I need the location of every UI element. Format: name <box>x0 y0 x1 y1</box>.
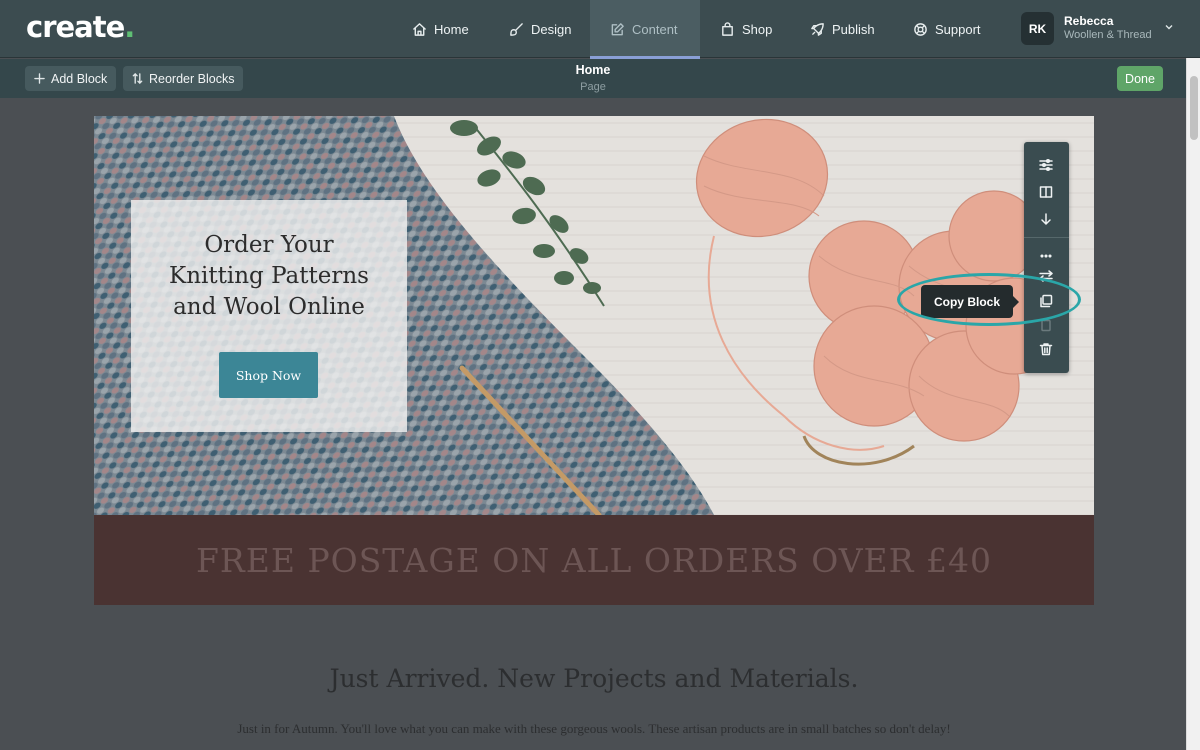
user-site-name[interactable]: Woollen & Thread <box>1064 29 1152 41</box>
nav-home[interactable]: Home <box>412 0 469 58</box>
page-type-label: Page <box>580 81 606 93</box>
brush-icon <box>510 22 523 36</box>
done-button[interactable]: Done <box>1117 66 1163 91</box>
chevron-down-icon[interactable] <box>1164 22 1174 32</box>
lifebuoy-icon <box>914 22 927 36</box>
hero-heading: Order Your Knitting Patterns and Wool On… <box>169 232 369 320</box>
scrollbar-thumb[interactable] <box>1190 76 1198 140</box>
avatar[interactable]: RK <box>1021 12 1054 45</box>
block-settings-button[interactable] <box>1036 155 1056 175</box>
create-logo[interactable]: create. <box>26 10 135 44</box>
banner-text: FREE POSTAGE ON ALL ORDERS OVER £40 <box>196 540 992 580</box>
highlight-annotation-ring <box>897 273 1081 326</box>
delete-block-button[interactable] <box>1036 339 1056 359</box>
add-block-button[interactable]: Add Block <box>25 66 117 91</box>
editor-toolbar: Add Block Reorder Blocks Home Page Done <box>0 59 1186 98</box>
block-action-toolbar <box>1024 142 1069 373</box>
columns-icon <box>1039 186 1053 198</box>
toolbar-divider <box>1024 237 1069 238</box>
announcement-banner[interactable]: FREE POSTAGE ON ALL ORDERS OVER £40 <box>94 515 1094 605</box>
more-options-button[interactable] <box>1036 246 1056 266</box>
bag-icon <box>722 21 733 36</box>
section-title: Just Arrived. New Projects and Materials… <box>329 664 859 693</box>
page-title: Home <box>575 63 611 77</box>
nav-content[interactable]: Content <box>590 0 700 59</box>
nav-design[interactable]: Design <box>509 0 571 58</box>
arrow-down-icon <box>1041 213 1051 225</box>
section-description: Just in for Autumn. You'll love what you… <box>237 721 951 736</box>
reorder-icon <box>132 73 143 84</box>
nav-shop[interactable]: Shop <box>720 0 772 58</box>
hero-text-card: Order Your Knitting Patterns and Wool On… <box>131 200 407 432</box>
nav-publish[interactable]: Publish <box>810 0 875 58</box>
reorder-blocks-button[interactable]: Reorder Blocks <box>123 66 244 91</box>
plus-icon <box>34 73 45 84</box>
scrollbar[interactable] <box>1186 58 1200 750</box>
move-block-down-button[interactable] <box>1036 209 1056 229</box>
more-icon <box>1040 254 1052 258</box>
edit-icon <box>611 22 624 35</box>
home-icon <box>413 22 426 36</box>
top-navigation: create. Home Design Content Shop Publish… <box>0 0 1200 59</box>
user-name[interactable]: Rebecca <box>1064 14 1113 28</box>
trash-icon <box>1039 343 1053 356</box>
rocket-icon <box>811 22 824 36</box>
sliders-icon <box>1039 158 1053 172</box>
nav-support[interactable]: Support <box>913 0 981 58</box>
block-layout-button[interactable] <box>1036 182 1056 202</box>
shop-now-button[interactable]: Shop Now <box>219 352 318 398</box>
